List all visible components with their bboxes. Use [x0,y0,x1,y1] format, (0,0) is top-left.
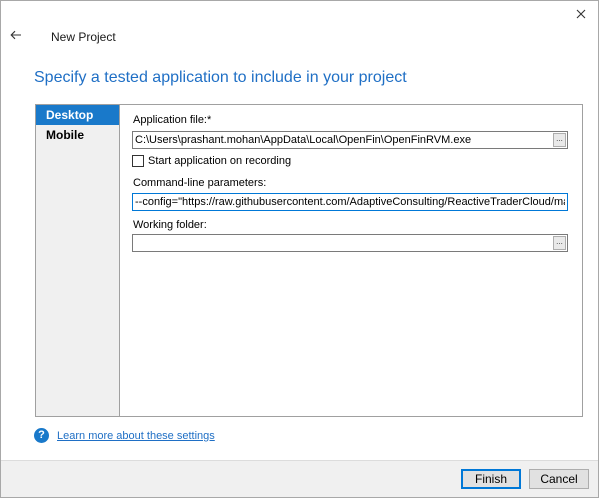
cmdline-value: --config="https://raw.githubusercontent.… [135,196,565,208]
help-icon: ? [34,428,49,443]
back-arrow-icon [10,30,21,40]
app-file-field[interactable]: C:\Users\prashant.mohan\AppData\Local\Op… [132,131,568,149]
platform-tabs: Desktop Mobile [36,105,120,416]
close-icon [576,9,586,19]
learn-more-link[interactable]: Learn more about these settings [57,430,215,442]
cancel-button[interactable]: Cancel [529,469,589,489]
back-button[interactable] [7,26,25,44]
page-heading: Specify a tested application to include … [34,69,407,86]
app-file-value: C:\Users\prashant.mohan\AppData\Local\Op… [135,134,472,146]
app-file-browse-button[interactable]: ... [553,133,566,147]
working-folder-label: Working folder: [133,219,207,231]
desktop-settings-form: Application file:* C:\Users\prashant.moh… [120,105,582,416]
start-on-recording-label: Start application on recording [148,155,292,167]
close-button[interactable] [570,5,592,23]
dialog-title: New Project [51,30,116,44]
working-folder-browse-button[interactable]: ... [553,236,566,250]
start-on-recording-checkbox[interactable] [132,155,144,167]
finish-button[interactable]: Finish [461,469,521,489]
settings-panel: Desktop Mobile Application file:* C:\Use… [35,104,583,417]
help-area: ? Learn more about these settings [34,428,215,443]
cmdline-label: Command-line parameters: [133,177,267,189]
cmdline-field[interactable]: --config="https://raw.githubusercontent.… [132,193,568,211]
app-file-label: Application file:* [133,114,212,126]
working-folder-field[interactable]: ... [132,234,568,252]
tab-mobile[interactable]: Mobile [36,125,119,145]
new-project-dialog: New Project Specify a tested application… [0,0,599,498]
dialog-footer: Finish Cancel [1,460,598,497]
tab-desktop[interactable]: Desktop [36,105,119,125]
